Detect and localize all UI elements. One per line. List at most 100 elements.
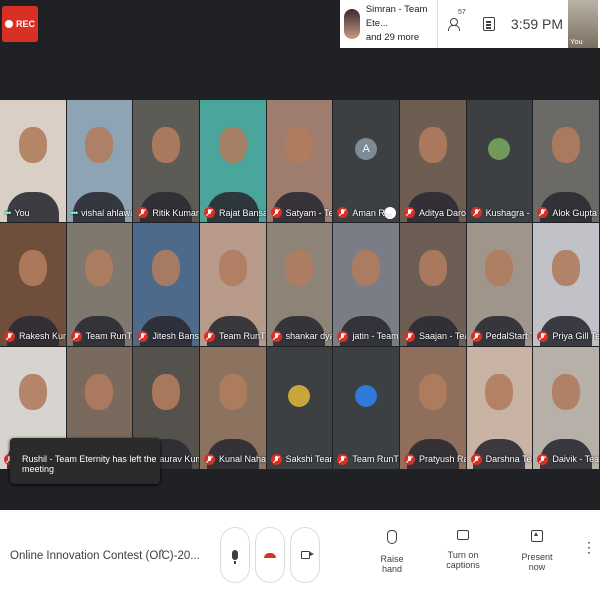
- participant-grid: •••You •••vishal ahlawatRitik Kumar - ...…: [0, 100, 600, 470]
- participant-tile[interactable]: shankar dyal: [266, 223, 333, 346]
- participant-tile[interactable]: Daivik - Team...: [533, 346, 599, 469]
- participant-name: Aditya Darolia: [419, 207, 466, 218]
- participant-face: [552, 126, 581, 163]
- present-label: Present now: [521, 552, 553, 572]
- people-count: 57: [458, 9, 466, 16]
- participant-name-tag: Saajan - Tea...: [404, 330, 466, 342]
- muted-mic-icon: [204, 453, 215, 465]
- participant-name-tag: Team RunTi...: [70, 330, 133, 342]
- participant-face: [552, 373, 581, 410]
- presenter-name: Simran - Team Ete...: [365, 4, 428, 29]
- participant-face: [418, 126, 447, 163]
- participant-tile[interactable]: Priya Gill Tea...: [533, 223, 599, 346]
- participant-name: Team RunTi...: [85, 331, 133, 342]
- participant-face: [152, 126, 181, 163]
- microphone-button[interactable]: [220, 527, 250, 583]
- participant-name-tag: Aman R...: [337, 207, 392, 219]
- participant-name: Darshna Tea...: [485, 454, 533, 465]
- top-info-panel: Simran - Team Ete... and 29 more 57 3:59…: [340, 0, 600, 48]
- participant-name: Pratyush Ra...: [419, 454, 466, 465]
- participant-name: Rajat Bansal ...: [219, 207, 266, 218]
- participant-name-tag: Daivik - Team...: [537, 453, 599, 465]
- participant-tile[interactable]: Team RunTi...: [333, 346, 399, 469]
- raise-hand-button[interactable]: Raise hand: [373, 530, 411, 574]
- participant-face: [485, 250, 514, 287]
- participant-face: [152, 373, 181, 410]
- participant-tile[interactable]: ••• You: [0, 100, 66, 223]
- muted-mic-icon: [404, 453, 415, 465]
- participant-name-tag: ••• You: [4, 208, 30, 218]
- camera-button[interactable]: [290, 527, 320, 583]
- presenter-more: and 29 more: [365, 32, 420, 43]
- participant-name: jatin - Team ...: [352, 331, 399, 342]
- presenter-chip[interactable]: Simran - Team Ete... and 29 more: [340, 0, 438, 48]
- captions-button[interactable]: Turn on captions: [436, 530, 490, 570]
- self-preview[interactable]: You: [568, 0, 598, 48]
- participant-face: [85, 126, 114, 163]
- muted-mic-icon: [204, 207, 215, 219]
- participant-tile[interactable]: Rakesh Kumar: [0, 223, 66, 346]
- participant-tile[interactable]: Darshna Tea...: [466, 346, 533, 469]
- muted-mic-icon: [137, 207, 149, 219]
- participant-tile[interactable]: ••• vishal ahlawat: [66, 100, 133, 223]
- participant-tile[interactable]: PedalStart T...: [466, 223, 533, 346]
- participant-tile[interactable]: Ritik Kumar - ...: [133, 100, 199, 223]
- muted-mic-icon: [270, 207, 282, 219]
- muted-mic-icon: [270, 453, 282, 465]
- participant-name-tag: Rajat Bansal ...: [204, 207, 266, 219]
- participant-tile[interactable]: Kushagra - T...: [466, 100, 533, 223]
- participant-tile[interactable]: Saajan - Tea...: [400, 223, 466, 346]
- participant-name: Saajan - Tea...: [419, 331, 466, 342]
- participant-tile[interactable]: Alok Gupta - T...: [533, 100, 599, 223]
- participant-name-tag: Kunal Nahar: [204, 453, 266, 465]
- participant-tile[interactable]: A Aman R...: [333, 100, 399, 223]
- speaking-indicator-icon: •••: [4, 208, 12, 219]
- participant-name: Rakesh Kumar: [19, 331, 66, 342]
- participant-name-tag: PedalStart T...: [470, 330, 533, 342]
- participant-name: Team RunTi...: [219, 331, 266, 342]
- participant-tile[interactable]: Pratyush Ra...: [400, 346, 466, 469]
- muted-mic-icon: [537, 453, 549, 465]
- muted-mic-icon: [270, 330, 282, 342]
- meeting-title[interactable]: Online Innovation Contest (OIC)-20...: [10, 550, 200, 562]
- participant-tile[interactable]: Jitesh Bansal: [133, 223, 199, 346]
- participant-face: [85, 250, 114, 287]
- participant-tile[interactable]: jatin - Team ...: [333, 223, 399, 346]
- participant-name: PedalStart T...: [485, 331, 533, 342]
- meeting-details-caret-icon[interactable]: ^: [159, 548, 164, 560]
- participant-face: [485, 373, 514, 410]
- participant-name-tag: Darshna Tea...: [470, 453, 533, 465]
- participant-tile[interactable]: Team RunTi...: [200, 223, 266, 346]
- more-options-button[interactable]: ⋮: [582, 540, 596, 554]
- participant-tile[interactable]: Team RunTi...: [66, 223, 133, 346]
- muted-mic-icon: [537, 330, 549, 342]
- participant-tile[interactable]: Kunal Nahar: [200, 346, 266, 469]
- muted-mic-icon: [470, 330, 482, 342]
- present-now-button[interactable]: Present now: [515, 530, 559, 572]
- participant-name: shankar dyal: [285, 331, 333, 342]
- present-icon: [531, 530, 543, 542]
- muted-mic-icon: [470, 207, 482, 219]
- participant-tile[interactable]: Rajat Bansal ...: [200, 100, 266, 223]
- chat-button[interactable]: [472, 0, 506, 48]
- muted-mic-icon: [404, 330, 415, 342]
- muted-mic-icon: [337, 207, 349, 219]
- participant-face: [418, 250, 447, 287]
- muted-mic-icon: [137, 330, 149, 342]
- participant-face: [152, 250, 181, 287]
- muted-mic-icon: [4, 330, 15, 342]
- participant-face: [352, 250, 381, 287]
- leave-call-button[interactable]: [255, 527, 285, 583]
- people-icon: [448, 18, 462, 31]
- people-button[interactable]: 57: [438, 0, 472, 48]
- participant-face: [18, 250, 47, 287]
- hang-up-icon: [264, 552, 276, 558]
- speaking-indicator-icon: •••: [70, 208, 79, 219]
- muted-mic-icon: [537, 207, 549, 219]
- participant-tile[interactable]: Satyam - Tea...: [266, 100, 333, 223]
- participant-name: Team RunTi...: [352, 454, 399, 465]
- participant-face: [85, 373, 114, 410]
- participant-name-tag: Kushagra - T...: [470, 207, 532, 219]
- participant-tile[interactable]: Sakshi Team...: [266, 346, 333, 469]
- participant-tile[interactable]: Aditya Darolia: [400, 100, 466, 223]
